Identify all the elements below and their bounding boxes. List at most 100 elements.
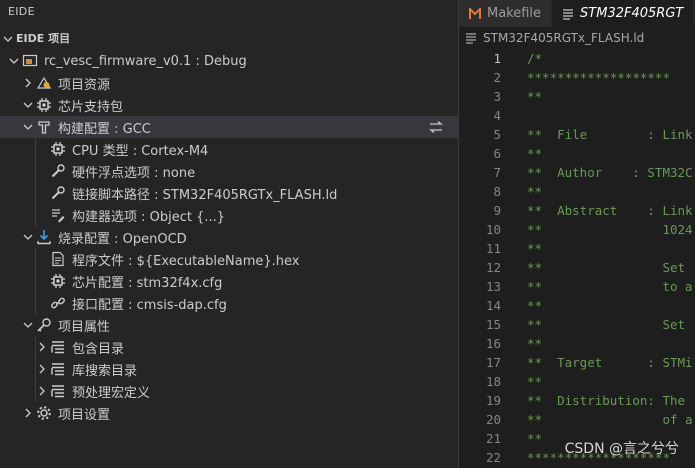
tree-item-label: 硬件浮点选项 : none bbox=[72, 165, 196, 181]
tree-item[interactable]: 项目设置 bbox=[0, 402, 458, 424]
code-line[interactable]: 7 ** Author : STM32C bbox=[459, 163, 695, 182]
code-line[interactable]: 10 ** 1024 bbox=[459, 220, 695, 239]
code-line[interactable]: 2 ******************* bbox=[459, 68, 695, 87]
indent-guide bbox=[35, 160, 36, 182]
chevron-down-icon[interactable] bbox=[20, 119, 36, 135]
chevron-down-icon[interactable] bbox=[20, 229, 36, 245]
chevron-down-icon[interactable] bbox=[0, 31, 16, 47]
tree-item[interactable]: 芯片支持包 bbox=[0, 94, 458, 116]
code-text: ** File : Link bbox=[527, 127, 693, 142]
code-line[interactable]: 20 ** of a bbox=[459, 410, 695, 429]
tab-makefile[interactable]: Makefile bbox=[459, 0, 553, 27]
code-line[interactable]: 12 ** Set bbox=[459, 258, 695, 277]
tree-item[interactable]: 预处理宏定义 bbox=[0, 380, 458, 402]
tree-item[interactable]: CPU 类型 : Cortex-M4 bbox=[0, 138, 458, 160]
indent-guide bbox=[35, 358, 36, 380]
tree-item[interactable]: 链接脚本路径 : STM32F405RGTx_FLASH.ld bbox=[0, 182, 458, 204]
list-icon bbox=[50, 361, 66, 377]
code-line[interactable]: 13 ** to a bbox=[459, 277, 695, 296]
line-number: 3 bbox=[493, 89, 501, 104]
code-area[interactable]: 1 /* 2 ******************* 3 ** 4 5 ** File : Li… bbox=[459, 49, 695, 467]
line-number: 5 bbox=[493, 127, 501, 142]
code-text: ** bbox=[527, 298, 543, 313]
section-header-eide-project[interactable]: EIDE 项目 bbox=[0, 28, 458, 50]
chevron-right-icon[interactable] bbox=[34, 339, 50, 355]
chevron-right-icon[interactable] bbox=[20, 75, 36, 91]
tree-item[interactable]: 包含目录 bbox=[0, 336, 458, 358]
tree-item-label: 程序文件 : ${ExecutableName}.hex bbox=[72, 253, 300, 269]
code-text: ** Target : STMi bbox=[527, 355, 693, 370]
code-text: ** bbox=[527, 431, 543, 446]
project-tree: rc_vesc_firmware_v0.1 : Debug 项目资源 芯片支持包 构建… bbox=[0, 50, 458, 424]
tree-item[interactable]: 构建配置 : GCC bbox=[0, 116, 458, 138]
code-text: ** bbox=[527, 89, 543, 104]
code-text: ** Set bbox=[527, 260, 686, 275]
tree-item[interactable]: 项目属性 bbox=[0, 314, 458, 336]
chevron-down-icon[interactable] bbox=[20, 97, 36, 113]
tree-item[interactable]: rc_vesc_firmware_v0.1 : Debug bbox=[0, 50, 458, 72]
code-line[interactable]: 11 ** bbox=[459, 239, 695, 258]
tree-item-label: 项目设置 bbox=[58, 407, 111, 423]
tree-item-label: 接口配置 : cmsis-dap.cfg bbox=[72, 297, 227, 313]
file-icon bbox=[50, 251, 66, 267]
code-text: ** Set bbox=[527, 317, 686, 332]
chevron-down-icon[interactable] bbox=[6, 53, 22, 69]
indent-guide bbox=[35, 182, 36, 204]
code-line[interactable]: 4 bbox=[459, 106, 695, 125]
tree-item[interactable]: 项目资源 bbox=[0, 72, 458, 94]
download-icon bbox=[36, 229, 52, 245]
tree-item[interactable]: 芯片配置 : stm32f4x.cfg bbox=[0, 270, 458, 292]
code-text: ** Abstract : Link bbox=[527, 203, 693, 218]
code-line[interactable]: 3 ** bbox=[459, 87, 695, 106]
section-title: EIDE 项目 bbox=[16, 32, 71, 45]
tree-item[interactable]: 构建器选项 : Object {...} bbox=[0, 204, 458, 226]
chevron-right-icon[interactable] bbox=[34, 383, 50, 399]
code-line[interactable]: 18 ** bbox=[459, 372, 695, 391]
code-text: ** Distribution: The bbox=[527, 393, 686, 408]
code-text: ** bbox=[527, 336, 543, 351]
tree-item[interactable]: 烧录配置 : OpenOCD bbox=[0, 226, 458, 248]
indent-guide bbox=[35, 380, 36, 402]
chip-icon bbox=[36, 97, 52, 113]
editor-pane: Makefile STM32F405RGT STM32F405RGTx_FLAS… bbox=[459, 0, 695, 468]
code-line[interactable]: 14 ** bbox=[459, 296, 695, 315]
code-line[interactable]: 8 ** bbox=[459, 182, 695, 201]
breadcrumb-file[interactable]: STM32F405RGTx_FLASH.ld bbox=[483, 27, 644, 49]
tab-linker-script[interactable]: STM32F405RGT bbox=[552, 0, 695, 27]
tree-item[interactable]: 程序文件 : ${ExecutableName}.hex bbox=[0, 248, 458, 270]
tree-item-label: CPU 类型 : Cortex-M4 bbox=[72, 143, 209, 159]
code-line[interactable]: 9 ** Abstract : Link bbox=[459, 201, 695, 220]
gear-icon bbox=[36, 405, 52, 421]
breadcrumb[interactable]: STM32F405RGTx_FLASH.ld bbox=[459, 27, 695, 49]
list-icon bbox=[50, 339, 66, 355]
code-line[interactable]: 15 ** Set bbox=[459, 315, 695, 334]
switch-toolchain-icon[interactable] bbox=[428, 119, 444, 135]
code-line[interactable]: 19 ** Distribution: The bbox=[459, 391, 695, 410]
wrench-icon bbox=[50, 185, 66, 201]
tree-item[interactable]: 接口配置 : cmsis-dap.cfg bbox=[0, 292, 458, 314]
code-line[interactable]: 6 ** bbox=[459, 144, 695, 163]
tree-item[interactable]: 库搜索目录 bbox=[0, 358, 458, 380]
line-number: 16 bbox=[485, 336, 501, 351]
key-icon bbox=[36, 317, 52, 333]
project-icon bbox=[22, 53, 38, 69]
chevron-down-icon[interactable] bbox=[20, 317, 36, 333]
chevron-right-icon[interactable] bbox=[34, 361, 50, 377]
line-number: 13 bbox=[485, 279, 501, 294]
code-text: /* bbox=[527, 51, 543, 66]
file-lines-icon bbox=[562, 8, 574, 20]
tree-item[interactable]: 硬件浮点选项 : none bbox=[0, 160, 458, 182]
code-line[interactable]: 1 /* bbox=[459, 49, 695, 68]
tree-item-label: 包含目录 bbox=[72, 341, 125, 357]
indent-guide bbox=[35, 336, 36, 358]
code-line[interactable]: 16 ** bbox=[459, 334, 695, 353]
code-line[interactable]: 5 ** File : Link bbox=[459, 125, 695, 144]
line-number: 21 bbox=[485, 431, 501, 446]
chevron-right-icon[interactable] bbox=[20, 405, 36, 421]
tree-item-label: rc_vesc_firmware_v0.1 : Debug bbox=[44, 53, 247, 69]
code-line[interactable]: 17 ** Target : STMi bbox=[459, 353, 695, 372]
